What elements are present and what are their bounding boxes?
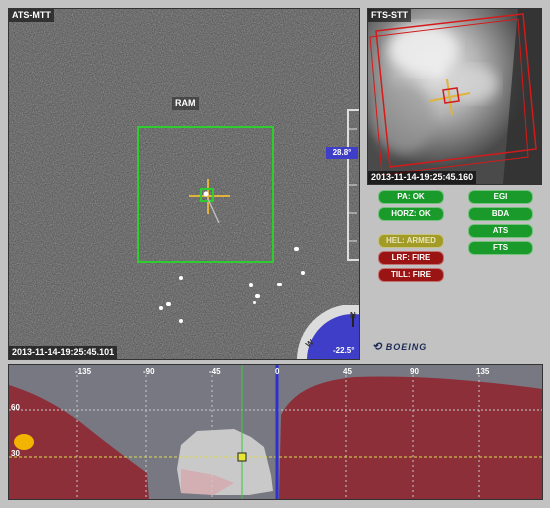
hel-status-button[interactable]: HEL: ARMED [378,234,444,248]
lrf-status-button[interactable]: LRF: FIRE [378,251,444,265]
azimuth-elevation-map[interactable]: -135 -90 -45 0 45 90 135 60 30 [8,364,543,500]
fts-imagery [368,9,541,184]
heading-value: -22.5° [333,346,355,355]
till-status-button[interactable]: TILL: FIRE [378,268,444,282]
azimuth-tick-minus135: -135 [75,367,92,376]
ats-status-button[interactable]: ATS [468,224,533,238]
fts-view-label: FTS-STT [368,9,411,22]
azimuth-tick-minus45: -45 [209,367,221,376]
azimuth-tick-45: 45 [343,367,352,376]
bda-status-button[interactable]: BDA [468,207,533,221]
fts-status-button[interactable]: FTS [468,241,533,255]
zone-map [9,365,542,499]
boeing-logo: ⟲ BOEING [372,341,428,353]
elevation-ticks [349,128,357,242]
azimuth-tick-90: 90 [410,367,419,376]
azimuth-tick-0: 0 [275,367,280,376]
elevation-value: 28.8° [326,147,358,159]
fts-stt-view[interactable]: FTS-STT 2013-11-14-19:25:45.160 [367,8,542,185]
fts-view-timestamp: 2013-11-14-19:25:45.160 [368,171,477,184]
main-sensor-view[interactable]: ATS-MTT RAM 28.8° W N -22.5° 2013-11-14-… [8,8,360,360]
compass-letter-n: N [350,311,356,320]
pa-status-button[interactable]: PA: OK [378,190,444,204]
main-view-timestamp: 2013-11-14-19:25:45.101 [9,346,118,359]
boeing-logo-text: BOEING [385,342,428,352]
horz-status-button[interactable]: HORZ: OK [378,207,444,221]
elevation-label-30: 30 [11,449,20,458]
egi-status-button[interactable]: EGI [468,190,533,204]
elevation-label-60: 60 [11,403,20,412]
azimuth-tick-135: 135 [476,367,490,376]
azimuth-tick-minus90: -90 [143,367,155,376]
